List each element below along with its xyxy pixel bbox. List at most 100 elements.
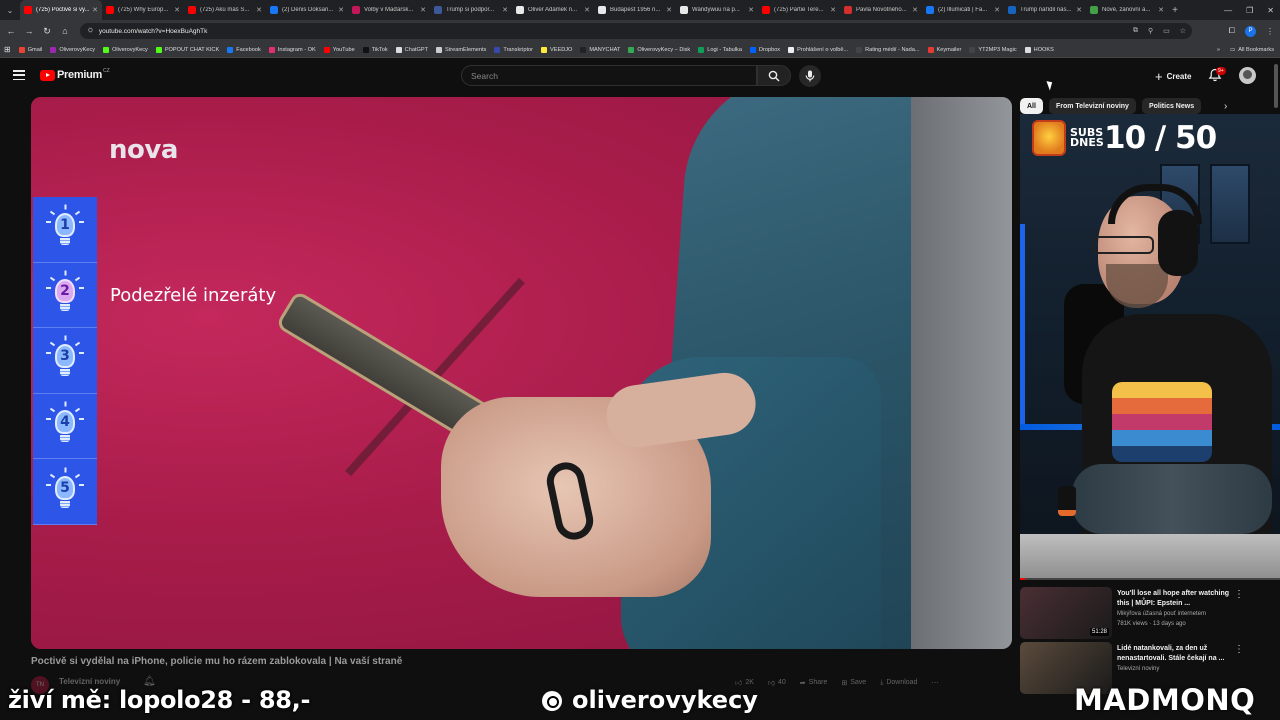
page-scrollbar[interactable]	[1274, 64, 1278, 108]
search-button[interactable]	[757, 65, 791, 86]
bookmark-favicon-icon	[227, 46, 234, 53]
recommended-video[interactable]: 51:28 You'll lose all hope after watchin…	[1020, 587, 1278, 641]
minimize-icon[interactable]: —	[1224, 6, 1232, 15]
bookmark-item[interactable]: VEEDJO	[541, 46, 572, 53]
tab-close-icon[interactable]: ✕	[174, 6, 180, 14]
tab-close-icon[interactable]: ✕	[502, 6, 508, 14]
tab-search-icon[interactable]: ⌄	[0, 0, 20, 20]
all-bookmarks-label: All Bookmarks	[1238, 47, 1274, 53]
all-bookmarks[interactable]: » ▭ All Bookmarks	[1217, 42, 1274, 58]
filter-chip[interactable]: Politics News	[1141, 98, 1202, 114]
voice-search-button[interactable]	[799, 65, 821, 87]
browser-tab[interactable]: (2) Denis Doksan... ✕	[266, 0, 348, 20]
close-window-icon[interactable]: ✕	[1267, 6, 1274, 15]
bookmark-item[interactable]: TikTok	[362, 46, 388, 53]
translate-icon[interactable]: ⧉	[1133, 27, 1138, 35]
chips-next-icon[interactable]: ›	[1224, 101, 1227, 112]
reload-icon[interactable]: ↻	[38, 26, 56, 37]
tab-close-icon[interactable]: ✕	[256, 6, 262, 14]
home-icon[interactable]: ⌂	[56, 26, 74, 36]
tab-close-icon[interactable]: ✕	[420, 6, 426, 14]
tab-close-icon[interactable]: ✕	[830, 6, 836, 14]
search-input[interactable]: Search	[461, 65, 757, 86]
bookmark-item[interactable]: OliverovyKecy	[103, 46, 148, 53]
bookmark-item[interactable]: StreamElements	[436, 46, 486, 53]
tab-close-icon[interactable]: ✕	[1076, 6, 1082, 14]
tab-close-icon[interactable]: ✕	[666, 6, 672, 14]
recommended-channel[interactable]: Televizní noviny	[1117, 666, 1159, 672]
bookmark-item[interactable]: Dropbox	[749, 46, 780, 53]
browser-tab[interactable]: Trump nařídil nás... ✕	[1004, 0, 1086, 20]
maximize-icon[interactable]: ❐	[1246, 6, 1253, 15]
browser-tab[interactable]: (725) Poctivě si vy... ✕	[20, 0, 102, 20]
bookmark-item[interactable]: Rating médií - Nada...	[856, 46, 920, 53]
dislike-button[interactable]: 👎︎ 40	[768, 678, 786, 687]
browser-tab[interactable]: (2) Illumicati | Fa... ✕	[922, 0, 1004, 20]
channel-name[interactable]: Televizní noviny	[59, 677, 120, 686]
extensions-icon[interactable]: ⧠	[1229, 26, 1235, 36]
bookmark-item[interactable]: Logi - Tabulka	[698, 46, 742, 53]
account-avatar[interactable]	[1239, 67, 1256, 84]
youtube-logo[interactable]: Premium CZ	[40, 68, 110, 81]
create-button[interactable]: + Create	[1151, 66, 1196, 86]
bookmark-item[interactable]: YT2MP3 Magic	[969, 46, 1017, 53]
bookmark-item[interactable]: ChatGPT	[395, 46, 428, 53]
share-button[interactable]: ➦ Share	[800, 678, 828, 687]
address-bar[interactable]: ⛭ youtube.com/watch?v=HoexBuAghTk ⧉ ⚲ ▭ …	[80, 23, 1192, 39]
browser-tab[interactable]: (725) Partie Tere... ✕	[758, 0, 840, 20]
bookmark-item[interactable]: Transkriptor	[494, 46, 533, 53]
forward-icon[interactable]: →	[20, 26, 38, 36]
browser-tab[interactable]: (725) Why Europ... ✕	[102, 0, 184, 20]
bookmark-item[interactable]: Instagram - OK	[268, 46, 316, 53]
cast-icon[interactable]: ▭	[1163, 27, 1170, 35]
tab-close-icon[interactable]: ✕	[92, 6, 98, 14]
back-icon[interactable]: ←	[2, 26, 20, 36]
browser-tab[interactable]: Oliver Adámek n... ✕	[512, 0, 594, 20]
download-button[interactable]: ⤓ Download	[880, 678, 917, 687]
tab-close-icon[interactable]: ✕	[994, 6, 1000, 14]
site-info-icon[interactable]: ⛭	[88, 28, 93, 35]
filter-chip[interactable]: All	[1020, 98, 1043, 114]
bookmark-star-icon[interactable]: ☆	[1180, 27, 1186, 35]
webcam-progress-bar[interactable]	[1020, 578, 1280, 580]
recommended-thumbnail[interactable]: 51:28	[1020, 587, 1112, 639]
browser-tab[interactable]: Nové, zánovní a... ✕	[1086, 0, 1168, 20]
bookmark-item[interactable]: MANYCHAT	[580, 46, 620, 53]
browser-tab[interactable]: Volby v Maďarsk... ✕	[348, 0, 430, 20]
profile-avatar[interactable]: P	[1245, 25, 1256, 37]
more-actions-icon[interactable]: ⋯	[931, 678, 938, 687]
more-bookmarks-icon[interactable]: »	[1217, 47, 1220, 53]
browser-tab[interactable]: Budapest 1956 n... ✕	[594, 0, 676, 20]
more-options-icon[interactable]: ⋮	[1234, 644, 1244, 655]
bookmark-item[interactable]: Gmail	[18, 46, 42, 53]
recommended-channel[interactable]: Mikýřova úžasná pouť internetem	[1117, 611, 1206, 617]
bookmark-item[interactable]: POPOUT CHAT KICK	[155, 46, 219, 53]
save-button[interactable]: ⊞ Save	[841, 678, 866, 687]
bookmark-item[interactable]: Keymailer	[927, 46, 961, 53]
new-tab-icon[interactable]: +	[1168, 5, 1182, 16]
browser-tab[interactable]: Wandywuu na p... ✕	[676, 0, 758, 20]
bookmark-item[interactable]: HOOKS	[1024, 46, 1054, 53]
browser-tab[interactable]: Trump si podpor... ✕	[430, 0, 512, 20]
browser-tab[interactable]: Pavla Novotného... ✕	[840, 0, 922, 20]
tab-close-icon[interactable]: ✕	[748, 6, 754, 14]
video-player[interactable]: nova 1 2 3 4 5 Podezřelé inzeráty	[31, 97, 1012, 649]
recommended-title[interactable]: Lidé natankovali, za den už nenastartova…	[1117, 644, 1243, 664]
bookmark-item[interactable]: YouTube	[323, 46, 355, 53]
bookmark-item[interactable]: OliverovyKecy	[50, 46, 95, 53]
zoom-icon[interactable]: ⚲	[1148, 27, 1153, 35]
tab-close-icon[interactable]: ✕	[912, 6, 918, 14]
apps-icon[interactable]: ⊞	[4, 45, 11, 54]
bookmark-item[interactable]: Facebook	[227, 46, 261, 53]
tab-close-icon[interactable]: ✕	[338, 6, 344, 14]
browser-menu-icon[interactable]: ⋮	[1266, 27, 1274, 36]
browser-tab[interactable]: (725) Akú máš S... ✕	[184, 0, 266, 20]
more-options-icon[interactable]: ⋮	[1234, 589, 1244, 600]
bookmark-item[interactable]: Prohlášení o volbě...	[788, 46, 848, 53]
recommended-title[interactable]: You'll lose all hope after watching this…	[1117, 589, 1243, 609]
filter-chip[interactable]: From Televizní noviny	[1048, 98, 1136, 114]
bookmark-item[interactable]: OliverovyKecy – Disk	[628, 46, 690, 53]
menu-icon[interactable]	[13, 70, 25, 80]
tab-close-icon[interactable]: ✕	[1158, 6, 1164, 14]
tab-close-icon[interactable]: ✕	[584, 6, 590, 14]
